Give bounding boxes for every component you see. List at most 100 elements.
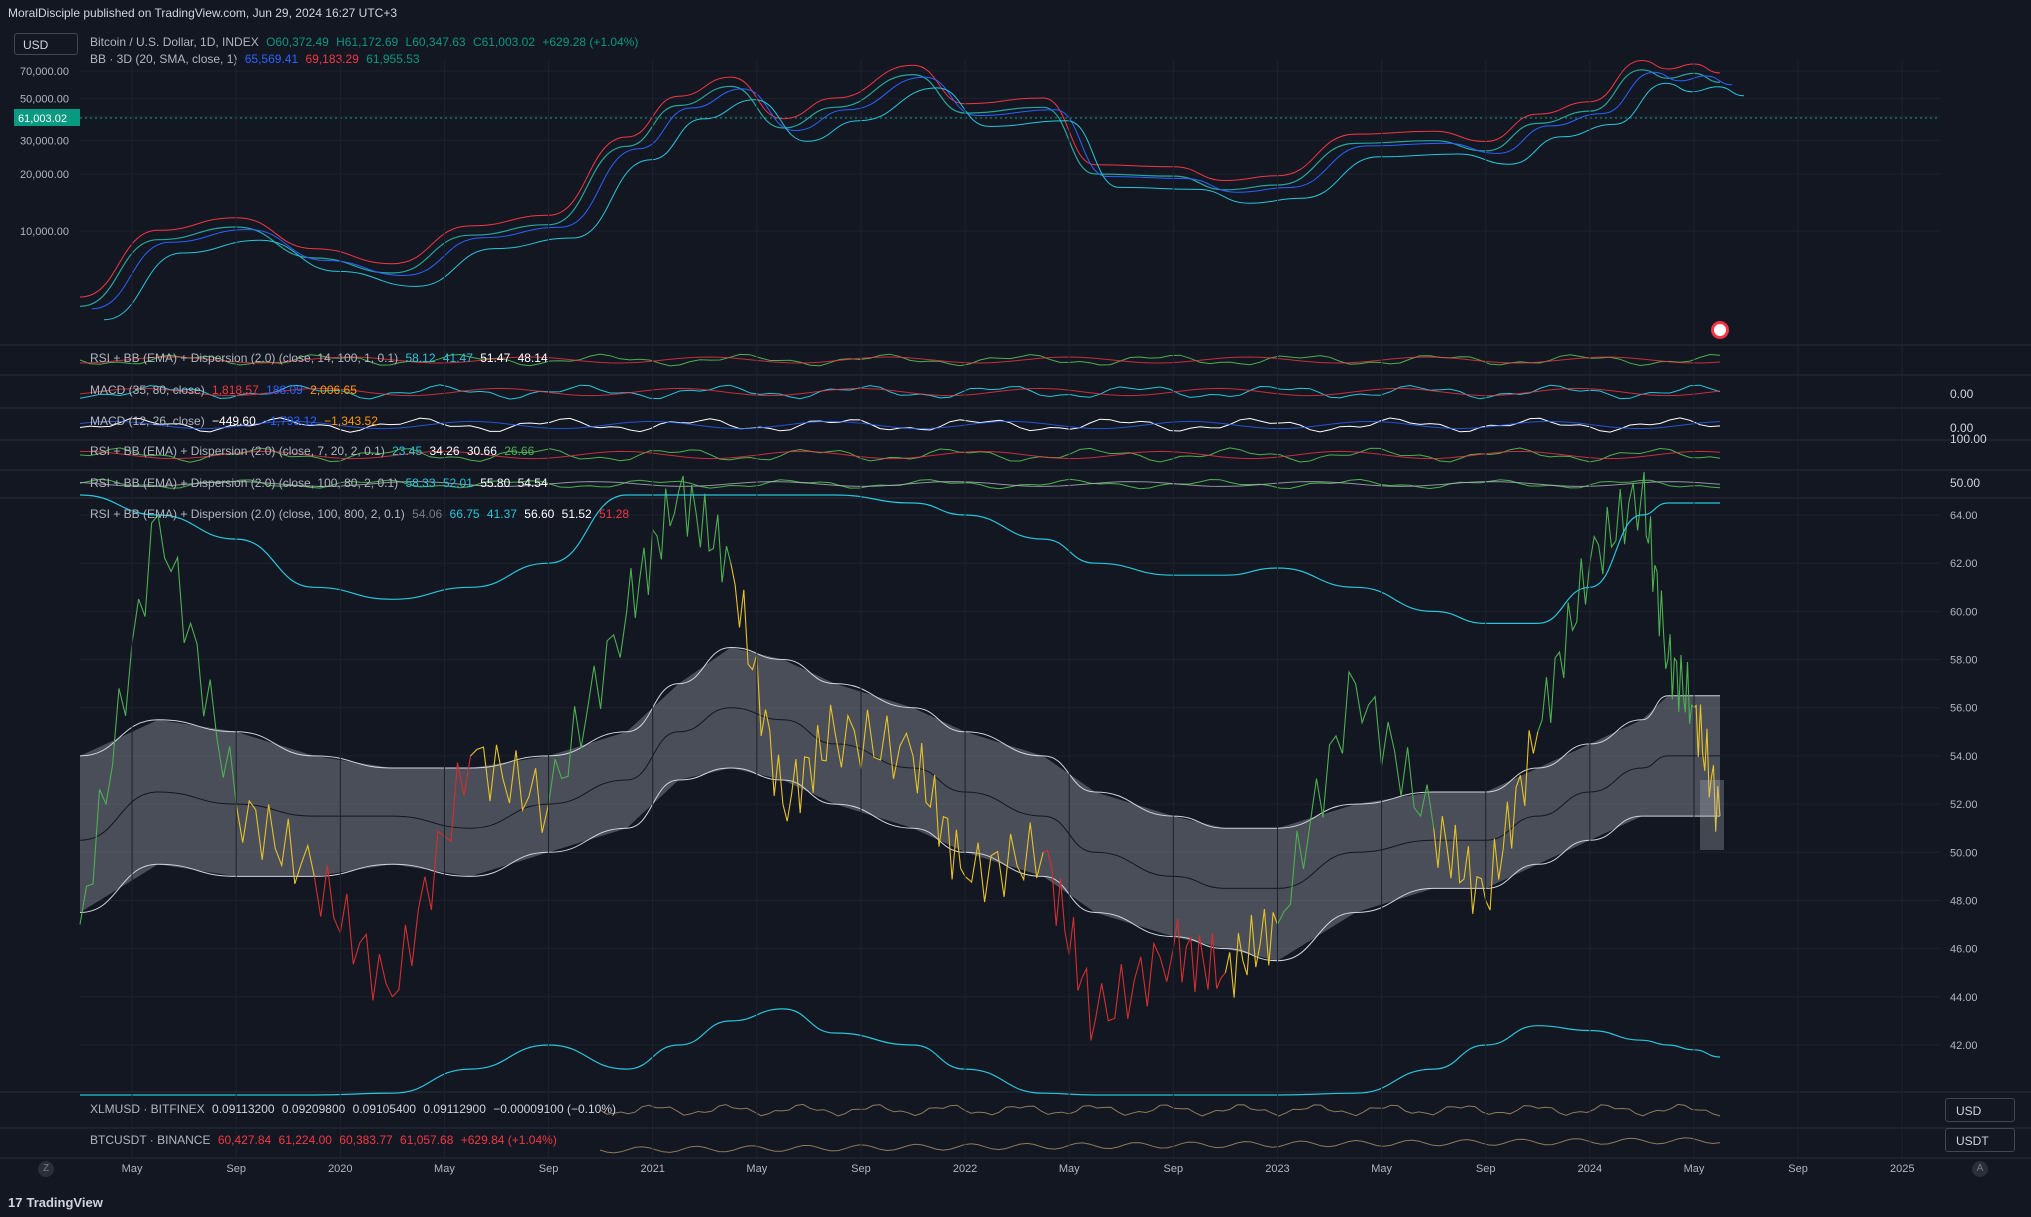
rsi-segment — [1224, 909, 1279, 998]
btcusdt-legend: BTCUSDT · BINANCE 60,427.84 61,224.00 60… — [90, 1133, 557, 1147]
rsi800-v4: 51.52 — [561, 507, 592, 521]
rsi-segment — [79, 514, 159, 925]
rsi800-v5: 51.28 — [599, 507, 630, 521]
price-line — [79, 69, 1721, 307]
btcusdt-change: +629.84 (+1.04%) — [460, 1133, 557, 1147]
x-tick-label: 2023 — [1265, 1163, 1289, 1175]
rsi-segment — [964, 822, 1044, 903]
rsi-segment — [1172, 918, 1226, 993]
us-flag-icon[interactable] — [1711, 321, 1729, 339]
rsi14-v4: 48.14 — [517, 351, 548, 365]
price-pane: 70,000.00 50,000.00 40,000.00 30,000.00 20,0… — [14, 59, 1940, 339]
main-close: C61,003.02 — [472, 35, 536, 49]
main-low: L60,347.63 — [405, 35, 466, 49]
price-tick-label: 10,000.00 — [20, 226, 69, 238]
currency-button[interactable]: USD — [14, 33, 78, 55]
rsi-segment — [1094, 941, 1174, 1022]
rsi7-v4: 26.66 — [504, 444, 535, 458]
macd35-label: MACD (35, 80, close) — [90, 383, 205, 397]
btcusdt-v3: 60,383.77 — [339, 1133, 393, 1147]
macd35-v1: 1,818.57 — [212, 383, 259, 397]
rsi-segment — [391, 755, 472, 998]
rsi14-legend: RSI + BB (EMA) + Dispersion (2.0) (close… — [90, 351, 548, 365]
rsi-segment — [678, 475, 732, 583]
rsi-segment — [1042, 849, 1096, 1041]
btcusdt-v2: 61,224.00 — [278, 1133, 332, 1147]
last-bar-highlight — [1700, 780, 1724, 850]
bb-lower: 61,955.53 — [366, 52, 420, 66]
tradingview-logo[interactable]: 17 TradingView — [8, 1195, 103, 1210]
rsi-tick-label: 56.00 — [1950, 703, 1978, 715]
rsi800-v2: 41.37 — [486, 507, 517, 521]
price-bb-upper — [79, 59, 1721, 298]
main-legend: Bitcoin / U.S. Dollar, 1D, INDEX O60,372… — [90, 35, 638, 49]
rsi-band — [80, 647, 1720, 961]
bb-upper: 69,183.29 — [305, 52, 359, 66]
rsi-tick-label: 54.00 — [1950, 751, 1978, 763]
rsi-tick-label: 46.00 — [1950, 944, 1978, 956]
rsi14-label: RSI + BB (EMA) + Dispersion (2.0) (close… — [90, 351, 399, 365]
rsi-segment — [1589, 482, 1643, 575]
price-badge-bg — [14, 109, 80, 126]
main-change: +629.28 (+1.04%) — [542, 35, 639, 49]
x-axis: May Sep 2020 May Sep 2021 May Sep 2022 May Sep 2023… — [122, 60, 1914, 1175]
bb-basis: 65,569.41 — [244, 52, 299, 66]
rsi-segment — [626, 488, 680, 618]
macd12-legend: MACD (12, 26, close) −449.60 −1,793.12 −… — [90, 414, 378, 428]
rsi-tick-label: 44.00 — [1950, 992, 1978, 1004]
x-tick-label: May — [122, 1163, 143, 1175]
bb-label: BB · 3D (20, SMA, close, 1) — [90, 52, 238, 66]
rsi-segment — [157, 514, 237, 805]
rsi100-label: RSI + BB (EMA) + Dispersion (2.0) (close… — [90, 476, 399, 490]
rsi-segment — [1641, 471, 1669, 669]
rsi-tick-label: 48.00 — [1950, 895, 1978, 907]
macd35-v3: 2,006.65 — [310, 383, 357, 397]
xlm-legend: XLMUSD · BITFINEX 0.09113200 0.09209800 … — [90, 1102, 616, 1116]
rsi-segment — [313, 865, 393, 1001]
rsi100-v3: 55.80 — [480, 476, 511, 490]
rsi-segment — [730, 563, 784, 805]
rsi-tick-label: 64.00 — [1950, 510, 1978, 522]
rsi100-v2: 52.01 — [442, 476, 473, 490]
rsi-segment — [1667, 634, 1695, 724]
macd12-top: 100.00 — [1950, 432, 1987, 446]
rsi7-v1: 23.45 — [392, 444, 423, 458]
usdt-scale-button[interactable]: USDT — [1945, 1128, 2015, 1152]
macd35-zero: 0.00 — [1950, 387, 1974, 401]
price-bb-basis — [91, 71, 1733, 310]
rsi-segment — [1537, 558, 1591, 732]
xlm-v1: 0.09113200 — [212, 1102, 275, 1116]
chart-canvas[interactable]: 70,000.00 50,000.00 40,000.00 30,000.00 20,0… — [0, 0, 2031, 1217]
rsi14-v3: 51.47 — [480, 351, 511, 365]
rsi7-label: RSI + BB (EMA) + Dispersion (2.0) (close… — [90, 444, 385, 458]
rsi100-legend: RSI + BB (EMA) + Dispersion (2.0) (close… — [90, 476, 548, 490]
x-tick-label: Sep — [1164, 1163, 1184, 1175]
btcusdt-v4: 61,057.68 — [400, 1133, 454, 1147]
macd35-legend: MACD (35, 80, close) 1,818.57 188.09 2,0… — [90, 383, 357, 397]
x-tick-label: Sep — [851, 1163, 871, 1175]
x-tick-label: Sep — [226, 1163, 246, 1175]
auto-scale-icon[interactable]: A — [1972, 1161, 1988, 1177]
rsi-segment — [470, 744, 550, 833]
rsi-segment — [1693, 704, 1721, 832]
xlm-label: XLMUSD · BITFINEX — [90, 1102, 205, 1116]
rsi-segment — [912, 743, 966, 880]
rsi800-label: RSI + BB (EMA) + Dispersion (2.0) (close… — [90, 507, 405, 521]
x-tick-label: Sep — [539, 1163, 559, 1175]
rsi-segment — [235, 799, 315, 884]
rsi-upper-band — [79, 646, 1720, 829]
rsi14-v2: 41.47 — [442, 351, 473, 365]
usd-scale-button[interactable]: USD — [1945, 1098, 2015, 1122]
macd12-v3: −1,343.52 — [324, 414, 378, 428]
price-bb-lower — [103, 82, 1745, 321]
xlm-change: −0.00009100 (−0.10%) — [493, 1102, 617, 1116]
rsi100-v4: 54.54 — [517, 476, 548, 490]
x-tick-label: May — [746, 1163, 767, 1175]
x-tick-label: May — [1371, 1163, 1392, 1175]
x-tick-label: May — [1059, 1163, 1080, 1175]
zoom-icon[interactable]: Z — [38, 1161, 54, 1177]
rsi-tick-label: 58.00 — [1950, 655, 1978, 667]
price-tick-label: 40,000.00 — [20, 112, 69, 124]
xlm-v2: 0.09209800 — [281, 1102, 346, 1116]
price-badge: 61,003.02 — [18, 113, 67, 125]
